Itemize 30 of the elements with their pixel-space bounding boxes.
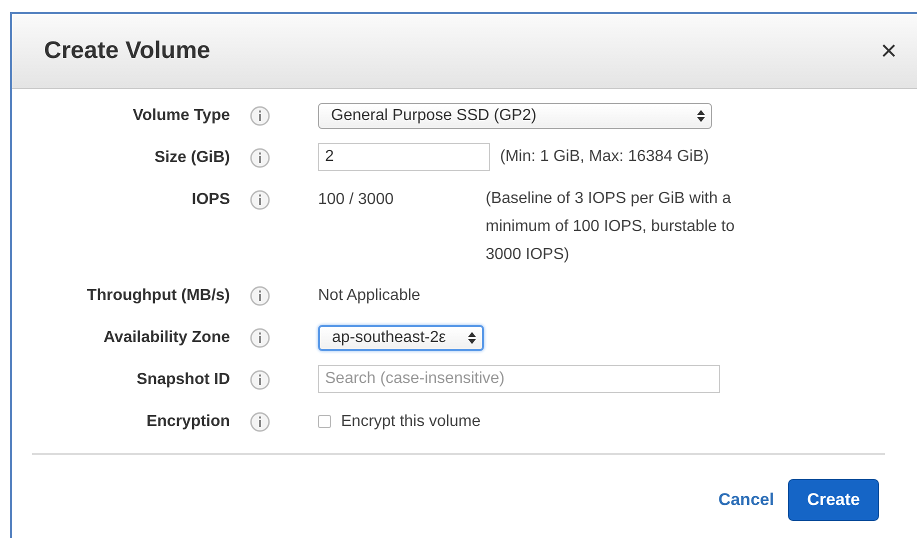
info-icon[interactable] [250, 412, 270, 432]
info-icon[interactable] [250, 190, 270, 210]
field-label: Snapshot ID [136, 370, 230, 390]
value-text: Not Applicable [318, 286, 420, 306]
hint-text: (Baseline of 3 IOPS per GiB with a minimum of 100 IOPS, burstable to 3000 IOPS) [486, 189, 736, 265]
size-input[interactable]: 2 [318, 143, 490, 171]
info-icon[interactable] [250, 106, 270, 126]
checkbox[interactable] [318, 415, 331, 428]
create-button[interactable]: Create [788, 479, 879, 521]
field-label: Volume Type [132, 106, 230, 126]
info-icon[interactable] [250, 148, 270, 168]
info-icon[interactable] [250, 286, 270, 306]
dropdown[interactable]: ap-southeast-2ε [318, 325, 484, 351]
updown-arrow-icon [697, 110, 705, 122]
cancel-link[interactable]: Cancel [718, 490, 774, 510]
value-text: 100 / 3000 [318, 190, 394, 210]
checkbox-label: Encrypt this volume [341, 412, 481, 432]
search-field[interactable]: Search (case-insensitive) [318, 365, 720, 393]
field-label: IOPS [190, 190, 230, 210]
field-label: Availability Zone [102, 328, 230, 348]
field-label: Throughput (MB/s) [86, 286, 230, 306]
info-icon[interactable] [250, 370, 270, 390]
field-label: Size (GiB) [153, 148, 230, 168]
dropdown[interactable]: General Purpose SSD (GP2) [318, 103, 712, 129]
close-icon[interactable]: × [880, 37, 897, 65]
updown-arrow-icon [468, 332, 476, 344]
info-icon[interactable] [250, 328, 270, 348]
field-label: Encryption [145, 412, 230, 432]
dialog-title: Create Volume [44, 37, 210, 65]
hint-text: (Min: 1 GiB, Max: 16384 GiB) [500, 147, 709, 167]
